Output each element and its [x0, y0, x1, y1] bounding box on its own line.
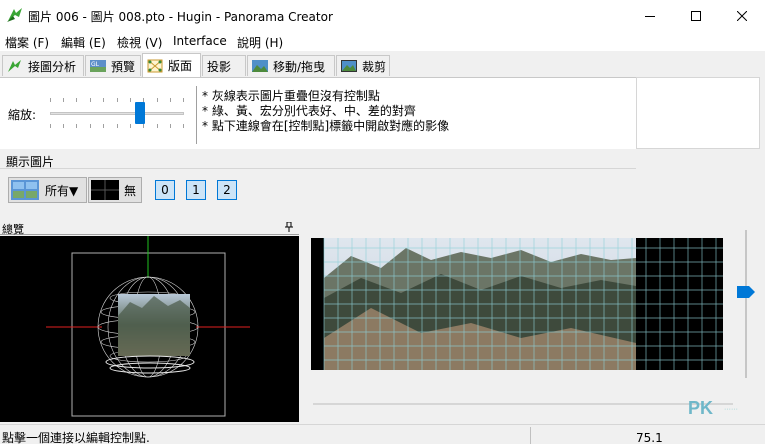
fov-slider-track[interactable] — [745, 230, 747, 378]
status-value: 75.1 — [636, 431, 663, 444]
tab-label: 移動/拖曳 — [273, 59, 326, 74]
move-icon — [252, 60, 268, 72]
gl-preview-icon: GL — [90, 60, 106, 72]
panorama-preview — [323, 238, 723, 370]
show-images-toolbar: 所有▼ 無 0 1 2 — [0, 168, 636, 212]
menu-interface[interactable]: Interface — [173, 34, 227, 48]
tab-crop[interactable]: 裁剪 — [336, 55, 390, 76]
note-line: * 灰線表示圖片重疊但沒有控制點 — [202, 89, 380, 103]
tab-preview[interactable]: GL 預覽 — [85, 55, 141, 76]
maximize-icon — [691, 10, 701, 21]
crop-icon — [341, 60, 357, 72]
menu-view[interactable]: 檢視 (V) — [117, 34, 162, 51]
tab-layout[interactable]: 版面 — [142, 53, 201, 77]
tab-label: 版面 — [168, 59, 193, 73]
status-message: 點擊一個連接以編輯控制點. — [2, 431, 150, 444]
zoom-label: 縮放: — [8, 108, 37, 122]
layout-icon — [147, 59, 163, 72]
tab-label: 裁剪 — [362, 59, 387, 74]
tab-stitch[interactable]: 接圖分析 — [2, 55, 84, 76]
preview-canvas[interactable] — [311, 238, 723, 370]
stitch-icon — [8, 60, 21, 72]
status-bar: 點擊一個連接以編輯控制點. 75.1 — [0, 424, 765, 444]
hugin-window: 圖片 006 - 圖片 008.pto - Hugin - Panorama C… — [0, 0, 765, 444]
tab-move-drag[interactable]: 移動/拖曳 — [247, 55, 335, 76]
window-title: 圖片 006 - 圖片 008.pto - Hugin - Panorama C… — [28, 10, 333, 24]
background-window-panel — [636, 77, 760, 149]
svg-text:GL: GL — [91, 61, 100, 68]
overview-canvas[interactable] — [0, 236, 299, 422]
image-toggle-0[interactable]: 0 — [155, 180, 175, 200]
minimize-icon — [645, 15, 655, 17]
close-button[interactable] — [719, 0, 765, 31]
note-line: * 綠、黃、宏分別代表好、中、差的對齊 — [202, 104, 416, 118]
hugin-app-icon — [7, 8, 22, 22]
tab-bar: 接圖分析 GL 預覽 版面 投影 移動/拖曳 裁剪 — [0, 51, 636, 77]
images-all-icon — [11, 180, 39, 200]
fov-slider-thumb[interactable] — [737, 286, 755, 298]
show-all-button[interactable]: 所有▼ — [8, 177, 87, 203]
preview-horizontal-slider[interactable] — [313, 403, 733, 405]
overview-sphere-view — [46, 236, 250, 417]
zoom-slider-thumb[interactable] — [134, 102, 145, 124]
show-none-label: 無 — [124, 183, 137, 198]
minimize-button[interactable] — [627, 0, 673, 31]
tab-label: 接圖分析 — [28, 59, 77, 74]
images-none-icon — [91, 180, 119, 200]
image-toggle-1[interactable]: 1 — [186, 180, 206, 200]
menu-help[interactable]: 說明 (H) — [237, 34, 283, 51]
overview-header: 總覽 — [0, 220, 299, 236]
image-toggle-2[interactable]: 2 — [217, 180, 237, 200]
menu-bar: 檔案 (F) 編輯 (E) 檢視 (V) Interface 說明 (H) — [0, 31, 765, 51]
title-bar: 圖片 006 - 圖片 008.pto - Hugin - Panorama C… — [0, 0, 765, 31]
layout-notes: * 灰線表示圖片重疊但沒有控制點 * 綠、黃、宏分別代表好、中、差的對齊 * 點… — [202, 89, 449, 134]
show-none-button[interactable]: 無 — [88, 177, 142, 203]
tab-label: 預覽 — [111, 59, 136, 74]
note-line: * 點下連線會在[控制點]標籤中開啟對應的影像 — [202, 119, 450, 133]
tab-label: 投影 — [207, 59, 232, 74]
close-icon — [737, 10, 747, 21]
watermark-logo: PK — [688, 398, 714, 418]
show-all-label: 所有▼ — [45, 183, 79, 198]
overview-title: 總覽 — [2, 223, 24, 236]
menu-edit[interactable]: 編輯 (E) — [61, 34, 106, 51]
layout-panel: 縮放: * 灰線表示圖片重疊但沒有控制點 * 綠、黃、宏分別代表好、中、差的對齊… — [0, 77, 636, 149]
status-separator — [530, 427, 531, 444]
tab-projection[interactable]: 投影 — [202, 55, 246, 76]
panel-divider — [196, 86, 197, 144]
zoom-slider-track[interactable] — [50, 112, 184, 115]
watermark-sub: ······ — [724, 406, 738, 413]
maximize-button[interactable] — [673, 0, 719, 31]
pin-icon[interactable] — [285, 222, 293, 232]
menu-file[interactable]: 檔案 (F) — [5, 34, 49, 51]
